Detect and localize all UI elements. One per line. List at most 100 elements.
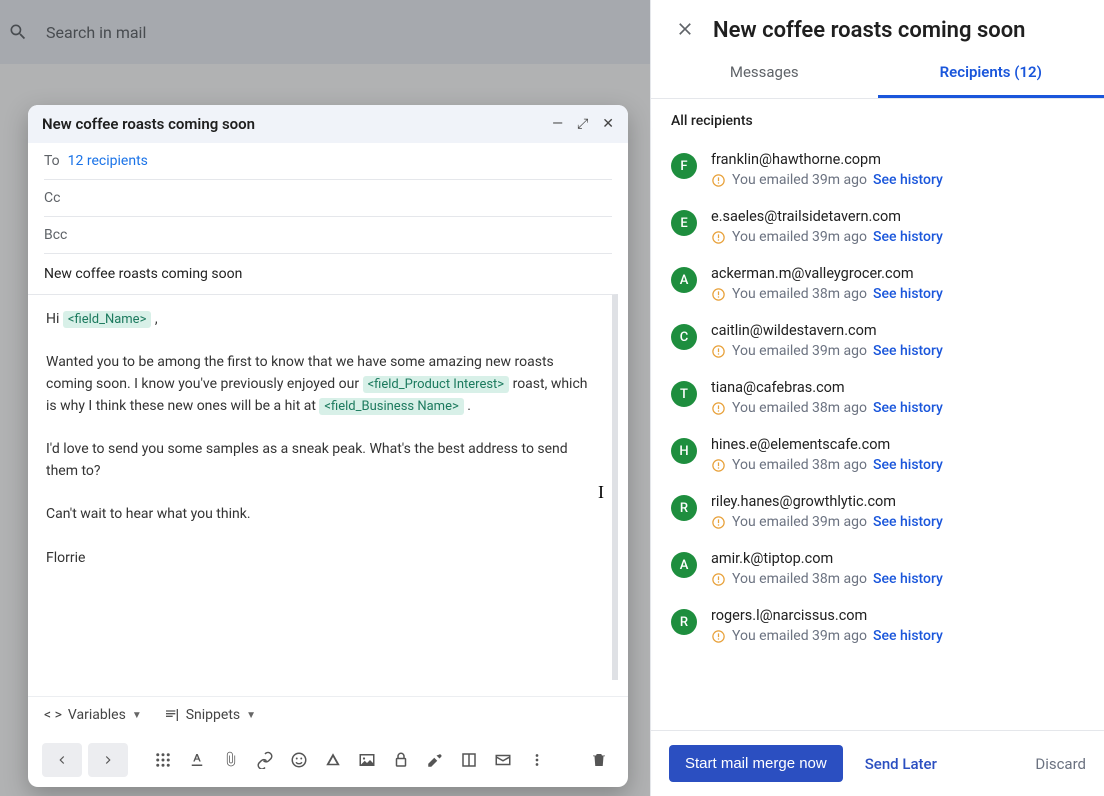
- template-icon[interactable]: [454, 745, 484, 775]
- recipient-email: amir.k@tiptop.com: [711, 550, 943, 567]
- recipient-row[interactable]: R riley.hanes@growthlytic.com You emaile…: [671, 483, 1104, 540]
- drive-icon[interactable]: [318, 745, 348, 775]
- avatar: T: [671, 381, 697, 407]
- warning-icon: [711, 515, 726, 530]
- recipient-row[interactable]: A ackerman.m@valleygrocer.com You emaile…: [671, 255, 1104, 312]
- attach-icon[interactable]: [216, 745, 246, 775]
- secondary-toolbar: < > Variables ▼ Snippets ▼: [28, 696, 628, 733]
- see-history-link[interactable]: See history: [873, 514, 943, 530]
- compose-header: New coffee roasts coming soon — ⤢ ✕: [28, 105, 628, 143]
- recipient-email: ackerman.m@valleygrocer.com: [711, 265, 943, 282]
- apps-icon[interactable]: [148, 745, 178, 775]
- avatar: A: [671, 552, 697, 578]
- recipient-email: caitlin@wildestavern.com: [711, 322, 943, 339]
- recipient-email: franklin@hawthorne.copm: [711, 151, 943, 168]
- more-icon[interactable]: [522, 745, 552, 775]
- recipient-row[interactable]: F franklin@hawthorne.copm You emailed 39…: [671, 141, 1104, 198]
- recipient-email: hines.e@elementscafe.com: [711, 436, 943, 453]
- next-button[interactable]: [88, 743, 128, 777]
- emoji-icon[interactable]: [284, 745, 314, 775]
- trash-icon[interactable]: [584, 745, 614, 775]
- minimize-icon[interactable]: —: [552, 117, 563, 131]
- see-history-link[interactable]: See history: [873, 457, 943, 473]
- recipient-status: You emailed 39m ago: [732, 229, 867, 245]
- recipients-link[interactable]: 12 recipients: [68, 153, 148, 169]
- variables-button[interactable]: < > Variables ▼: [44, 707, 142, 723]
- link-icon[interactable]: [250, 745, 280, 775]
- recipient-row[interactable]: C caitlin@wildestavern.com You emailed 3…: [671, 312, 1104, 369]
- recipient-row[interactable]: E e.saeles@trailsidetavern.com You email…: [671, 198, 1104, 255]
- avatar: R: [671, 495, 697, 521]
- text-cursor-icon: I: [598, 482, 604, 503]
- warning-icon: [711, 173, 726, 188]
- recipient-row[interactable]: A amir.k@tiptop.com You emailed 38m ago …: [671, 540, 1104, 597]
- lock-icon[interactable]: [386, 745, 416, 775]
- image-icon[interactable]: [352, 745, 382, 775]
- compose-window: New coffee roasts coming soon — ⤢ ✕ To 1…: [28, 105, 628, 787]
- recipient-email: riley.hanes@growthlytic.com: [711, 493, 943, 510]
- see-history-link[interactable]: See history: [873, 229, 943, 245]
- prev-button[interactable]: [42, 743, 82, 777]
- recipient-status: You emailed 38m ago: [732, 286, 867, 302]
- panel-close-icon[interactable]: [675, 19, 695, 43]
- avatar: H: [671, 438, 697, 464]
- schedule-icon[interactable]: [488, 745, 518, 775]
- recipient-row[interactable]: R rogers.l@narcissus.com You emailed 39m…: [671, 597, 1104, 654]
- tab-messages[interactable]: Messages: [651, 53, 878, 98]
- warning-icon: [711, 629, 726, 644]
- recipient-status: You emailed 39m ago: [732, 514, 867, 530]
- avatar: F: [671, 153, 697, 179]
- recipient-status: You emailed 39m ago: [732, 628, 867, 644]
- see-history-link[interactable]: See history: [873, 628, 943, 644]
- bottom-toolbar: [28, 733, 628, 787]
- chevron-down-icon: ▼: [246, 710, 256, 721]
- bcc-label: Bcc: [44, 227, 67, 243]
- field-product-chip[interactable]: <field_Product Interest>: [363, 376, 510, 393]
- chevron-down-icon: ▼: [132, 710, 142, 721]
- discard-button[interactable]: Discard: [1035, 755, 1086, 773]
- recipient-status: You emailed 39m ago: [732, 343, 867, 359]
- see-history-link[interactable]: See history: [873, 343, 943, 359]
- snippets-icon: [164, 707, 180, 723]
- expand-icon[interactable]: ⤢: [577, 117, 588, 131]
- avatar: E: [671, 210, 697, 236]
- compose-body[interactable]: Hi <field_Name> , Wanted you to be among…: [28, 294, 618, 680]
- recipient-status: You emailed 39m ago: [732, 172, 867, 188]
- see-history-link[interactable]: See history: [873, 571, 943, 587]
- start-mail-merge-button[interactable]: Start mail merge now: [669, 745, 843, 782]
- field-name-chip[interactable]: <field_Name>: [63, 311, 152, 328]
- panel-title: New coffee roasts coming soon: [713, 18, 1025, 43]
- close-icon[interactable]: ✕: [602, 117, 614, 131]
- avatar: A: [671, 267, 697, 293]
- recipient-row[interactable]: H hines.e@elementscafe.com You emailed 3…: [671, 426, 1104, 483]
- bcc-row[interactable]: Bcc: [44, 217, 612, 253]
- recipient-row[interactable]: T tiana@cafebras.com You emailed 38m ago…: [671, 369, 1104, 426]
- to-label: To: [44, 153, 60, 169]
- warning-icon: [711, 401, 726, 416]
- to-row[interactable]: To 12 recipients: [44, 143, 612, 180]
- tab-recipients[interactable]: Recipients (12): [878, 53, 1104, 98]
- recipient-status: You emailed 38m ago: [732, 400, 867, 416]
- recipient-status: You emailed 38m ago: [732, 571, 867, 587]
- signature-icon[interactable]: [420, 745, 450, 775]
- compose-title: New coffee roasts coming soon: [42, 115, 255, 133]
- warning-icon: [711, 230, 726, 245]
- recipient-email: e.saeles@trailsidetavern.com: [711, 208, 943, 225]
- recipient-email: tiana@cafebras.com: [711, 379, 943, 396]
- warning-icon: [711, 458, 726, 473]
- avatar: R: [671, 609, 697, 635]
- all-recipients-heading: All recipients: [671, 113, 1104, 129]
- see-history-link[interactable]: See history: [873, 286, 943, 302]
- snippets-button[interactable]: Snippets ▼: [164, 707, 256, 723]
- see-history-link[interactable]: See history: [873, 400, 943, 416]
- see-history-link[interactable]: See history: [873, 172, 943, 188]
- subject-field[interactable]: New coffee roasts coming soon: [28, 254, 628, 294]
- cc-row[interactable]: Cc: [44, 180, 612, 217]
- send-later-button[interactable]: Send Later: [865, 755, 937, 773]
- avatar: C: [671, 324, 697, 350]
- warning-icon: [711, 572, 726, 587]
- text-format-icon[interactable]: [182, 745, 212, 775]
- recipient-email: rogers.l@narcissus.com: [711, 607, 943, 624]
- field-business-chip[interactable]: <field_Business Name>: [319, 398, 463, 415]
- warning-icon: [711, 344, 726, 359]
